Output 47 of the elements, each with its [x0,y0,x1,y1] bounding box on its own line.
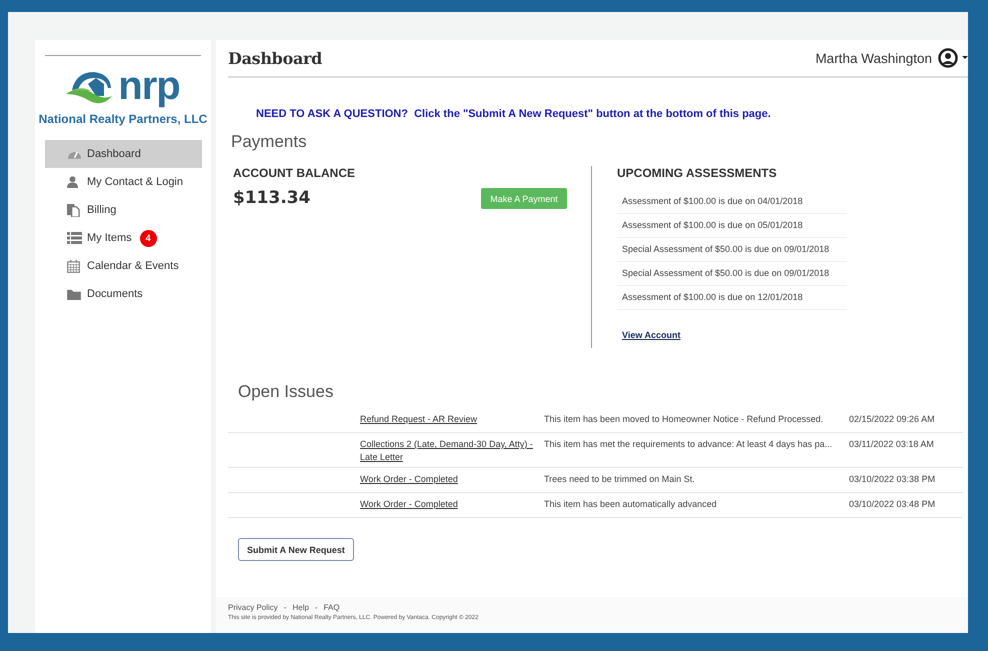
footer-link[interactable]: FAQ [324,603,340,612]
issue-link[interactable]: Work Order - Completed [360,473,458,486]
sidebar-item[interactable]: Dashboard [45,140,202,168]
view-account-link[interactable]: View Account [622,330,681,340]
table-cell-text: This item has met the requirements to advance: At least 4 days has pa... [544,438,834,451]
calendar-icon [67,260,80,272]
table-cell-text: Trees need to be trimmed on Main St. [544,473,696,486]
assessment-item: Special Assessment of $50.00 is due on 09/01/2018 [617,262,847,286]
sidebar-item[interactable]: Documents [45,280,202,308]
company-name: National Realty Partners, LLC [38,112,208,126]
balance-amount: $113.34 [233,188,310,208]
assessment-item: Assessment of $100.00 is due on 05/01/2018 [617,214,847,238]
folder-icon [67,288,81,300]
section-title: Payments [231,132,308,152]
separator-text: - [284,603,286,612]
count-badge: 4 [140,230,157,246]
page-title: Dashboard [228,48,322,68]
user-name[interactable]: Martha Washington [815,50,932,66]
issue-link[interactable]: Collections 2 (Late, Demand-30 Day, Atty) - Late Letter [360,438,544,464]
issue-link[interactable]: Refund Request - AR Review [360,413,478,426]
logo-wordmark: nrp [118,66,180,106]
section-title: Open Issues [238,382,334,402]
notice-text: NEED TO ASK A QUESTION? Click the "Submit A New Request" button at the bottom of this page. [256,108,772,120]
table-cell-text: 02/15/2022 09:26 AM [849,413,935,426]
table-cell-text: 03/10/2022 03:48 PM [849,498,936,511]
issue-link[interactable]: Work Order - Completed [360,498,458,511]
sidebar-item[interactable]: My Contact & Login [45,168,202,196]
table-cell-text: 03/11/2022 03:18 AM [849,438,934,451]
assessment-item: Special Assessment of $50.00 is due on 09/01/2018 [617,238,847,262]
footer-link[interactable]: Help [292,603,309,612]
sidebar-item[interactable]: Billing [45,196,202,224]
table-cell-text: This item has been automatically advanced [544,498,718,511]
table-cell-text: This item has been moved to Homeowner Notice - Refund Processed. [544,413,824,426]
footer-link[interactable]: Privacy Policy [228,603,278,612]
user-menu-icon[interactable] [938,48,968,68]
submit-request-button[interactable]: Submit A New Request [238,538,354,561]
document-icon [67,204,80,216]
assessment-item: Assessment of $100.00 is due on 12/01/2018 [617,286,847,310]
list-icon [67,232,82,244]
section-heading: ACCOUNT BALANCE [233,166,356,180]
sidebar-item[interactable]: Calendar & Events [45,252,202,280]
person-icon [67,176,78,188]
separator-text: - [314,603,318,612]
assessment-item: Assessment of $100.00 is due on 04/01/2018 [617,190,847,214]
table-cell-text: 03/10/2022 03:38 PM [849,473,936,486]
section-heading: UPCOMING ASSESSMENTS [617,166,778,180]
sidebar-item[interactable]: My Items 4 [45,224,202,252]
